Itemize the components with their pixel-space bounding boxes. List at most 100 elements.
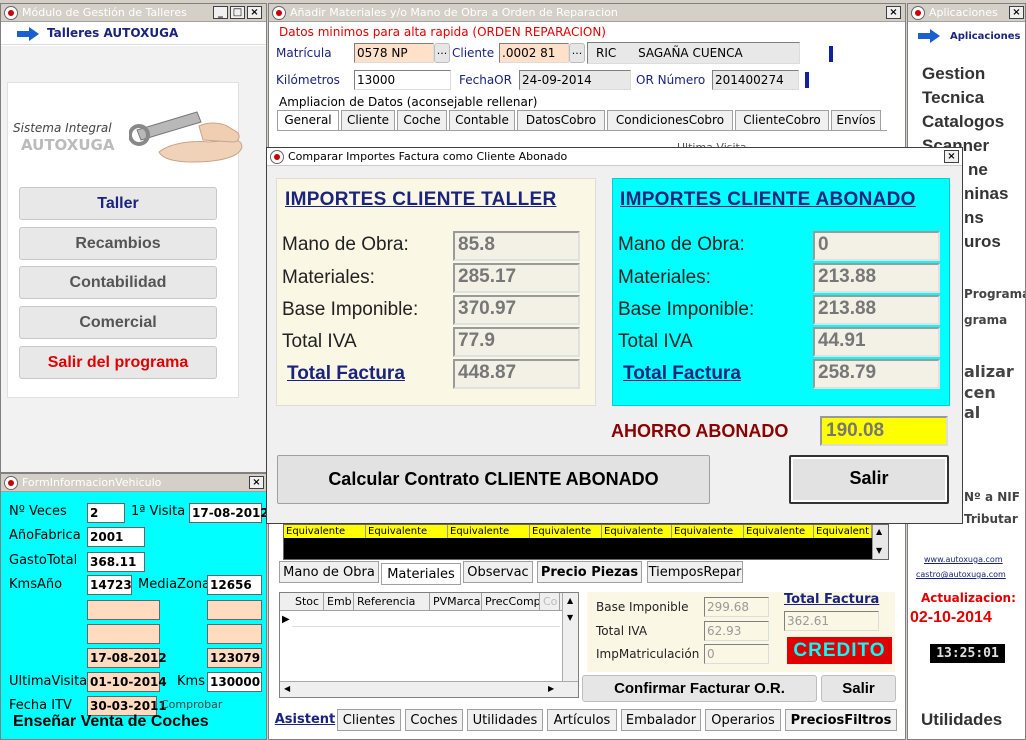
ahorro-value[interactable]: 190.08 — [820, 416, 948, 446]
taller-mano-obra-value[interactable]: 85.8 — [453, 231, 580, 261]
grid-col-preccomp[interactable]: PrecComp — [482, 593, 540, 611]
tab-general[interactable]: General — [277, 110, 339, 130]
fechaor-field[interactable]: 24-09-2014 — [519, 70, 631, 90]
taller-iva-value[interactable]: 77.9 — [453, 327, 580, 357]
total-iva-field[interactable]: 62.93 — [704, 621, 769, 641]
menu-utilidades[interactable]: Utilidades — [921, 710, 1002, 730]
website-link[interactable]: www.autoxuga.com — [924, 555, 1003, 564]
fragment-tributar[interactable]: Tributar — [964, 512, 1018, 526]
abonado-iva-value[interactable]: 44.91 — [813, 327, 940, 357]
menu-tecnica[interactable]: Tecnica — [922, 88, 984, 108]
abonado-mano-obra-value[interactable]: 0 — [813, 231, 940, 261]
close-button[interactable]: × — [1009, 6, 1024, 19]
tab-clientes[interactable]: Clientes — [337, 709, 401, 731]
tab-articulos[interactable]: Artículos — [547, 709, 617, 731]
tab-observac[interactable]: Observac — [463, 561, 533, 583]
taller-materiales-value[interactable]: 285.17 — [453, 263, 580, 293]
grid-vscroll[interactable]: ▲ ▼ — [562, 593, 578, 683]
compare-dialog-titlebar[interactable]: Comparar Importes Factura como Cliente A… — [267, 148, 962, 166]
base-imponible-field[interactable]: 299.68 — [704, 597, 769, 617]
salir-order-button[interactable]: Salir — [821, 675, 896, 702]
taller-base-value[interactable]: 370.97 — [453, 295, 580, 325]
calcular-contrato-button[interactable]: Calcular Contrato CLIENTE ABONADO — [277, 455, 710, 504]
tab-clientecobro[interactable]: ClienteCobro — [735, 110, 829, 130]
veces-field[interactable]: 2 — [87, 503, 125, 523]
tab-precio-piezas[interactable]: Precio Piezas — [537, 561, 642, 583]
abonado-materiales-value[interactable]: 213.88 — [813, 263, 940, 293]
ornumero-field[interactable]: 201400274 — [712, 70, 799, 90]
grid-scrollbar[interactable]: ▲ ▼ — [872, 525, 888, 559]
tab-coches[interactable]: Coches — [405, 709, 463, 731]
grid-hscroll[interactable]: ◀ ▶ — [280, 681, 578, 697]
abonado-total-value[interactable]: 258.79 — [813, 359, 940, 389]
scroll-right-arrow[interactable]: ▶ — [548, 684, 554, 693]
scroll-down-arrow[interactable]: ▼ — [567, 613, 573, 622]
close-button[interactable]: × — [944, 150, 959, 163]
fragment-al[interactable]: al — [964, 403, 980, 422]
matricula-lookup-button[interactable]: ... — [434, 43, 450, 63]
menu-partial-3[interactable]: ns — [964, 208, 984, 228]
minimize-button[interactable]: _ — [213, 6, 228, 19]
ultima-visita-field[interactable]: 01-10-2014 — [87, 672, 167, 692]
nav-taller-button[interactable]: Taller — [19, 187, 217, 220]
blank-field-4[interactable] — [207, 624, 262, 644]
total-factura-field[interactable]: 362.61 — [784, 611, 879, 631]
abonado-base-value[interactable]: 213.88 — [813, 295, 940, 325]
blank-field-2[interactable] — [207, 600, 262, 620]
impmatric-field[interactable]: 0 — [704, 644, 769, 664]
taller-total-value[interactable]: 448.87 — [453, 359, 580, 389]
date-mid-field[interactable]: 17-08-2012 — [87, 648, 167, 668]
nav-contabilidad-button[interactable]: Contabilidad — [19, 266, 217, 299]
confirmar-facturar-button[interactable]: Confirmar Facturar O.R. — [582, 675, 817, 702]
fragment-grama[interactable]: grama — [964, 313, 1007, 327]
close-button[interactable]: × — [249, 476, 264, 489]
email-link[interactable]: castro@autoxuga.com — [916, 570, 1006, 579]
maximize-button[interactable]: □ — [230, 6, 245, 19]
apps-titlebar[interactable]: Aplicaciones — [908, 4, 1025, 22]
fragment-programa[interactable]: Programa — [964, 287, 1025, 301]
grid-col-co[interactable]: Co — [540, 593, 560, 611]
cliente-lookup-button[interactable]: ... — [569, 43, 585, 63]
gasto-total-field[interactable]: 368.11 — [87, 552, 145, 572]
grid-col-pvmarca[interactable]: PVMarca — [430, 593, 482, 611]
fragment-cen[interactable]: cen — [964, 383, 996, 402]
ano-fabric-field[interactable]: 2001 — [87, 527, 145, 547]
blank-field-3[interactable] — [87, 624, 160, 644]
menu-partial-2[interactable]: ninas — [964, 184, 1008, 204]
blank-field-1[interactable] — [87, 600, 160, 620]
fragment-nif[interactable]: Nº a NIF — [964, 490, 1020, 504]
menu-partial-4[interactable]: uros — [964, 232, 1001, 252]
exit-program-button[interactable]: Salir del programa — [19, 346, 217, 379]
cliente-field[interactable]: .0002 81 — [499, 43, 569, 63]
tab-utilidades[interactable]: Utilidades — [467, 709, 543, 731]
tab-cliente[interactable]: Cliente — [341, 110, 395, 130]
menu-catalogos[interactable]: Catalogos — [922, 112, 1004, 132]
tab-contable[interactable]: Contable — [449, 110, 515, 130]
ensenar-venta-coches-link[interactable]: Enseñar Venta de Coches — [13, 713, 209, 731]
close-button[interactable]: × — [886, 6, 901, 19]
matricula-field[interactable]: 0578 NP — [354, 43, 434, 63]
tab-tiemposrepar[interactable]: TiemposRepar — [647, 561, 743, 583]
tab-datoscobro[interactable]: DatosCobro — [517, 110, 605, 130]
close-button[interactable]: × — [247, 6, 262, 19]
fragment-alizar[interactable]: alizar — [964, 362, 1014, 381]
grid-first-row[interactable] — [292, 611, 560, 627]
tab-operarios[interactable]: Operarios — [705, 709, 781, 731]
order-titlebar[interactable]: Añadir Materiales y/o Mano de Obra a Ord… — [269, 4, 905, 22]
grid-col-referencia[interactable]: Referencia — [354, 593, 430, 611]
vehicle-info-titlebar[interactable]: FormInformacionVehiculo — [1, 474, 266, 492]
scroll-left-arrow[interactable]: ◀ — [284, 684, 290, 693]
tab-asistent[interactable]: Asistent — [274, 709, 336, 731]
grid-col-stoc[interactable]: Stoc — [292, 593, 324, 611]
grid-col-emb[interactable]: Emb — [324, 593, 354, 611]
tab-embalador[interactable]: Embalador — [621, 709, 701, 731]
scroll-down-arrow[interactable]: ▼ — [876, 546, 882, 555]
menu-partial-1[interactable]: ne — [968, 160, 988, 180]
scroll-up-arrow[interactable]: ▲ — [567, 596, 573, 605]
nav-recambios-button[interactable]: Recambios — [19, 227, 217, 260]
tab-materiales[interactable]: Materiales — [381, 563, 461, 585]
scroll-up-arrow[interactable]: ▲ — [876, 527, 882, 536]
num-mid-field[interactable]: 123079 — [207, 648, 262, 668]
kms-ano-field[interactable]: 14723 — [87, 575, 132, 595]
nav-comercial-button[interactable]: Comercial — [19, 306, 217, 339]
